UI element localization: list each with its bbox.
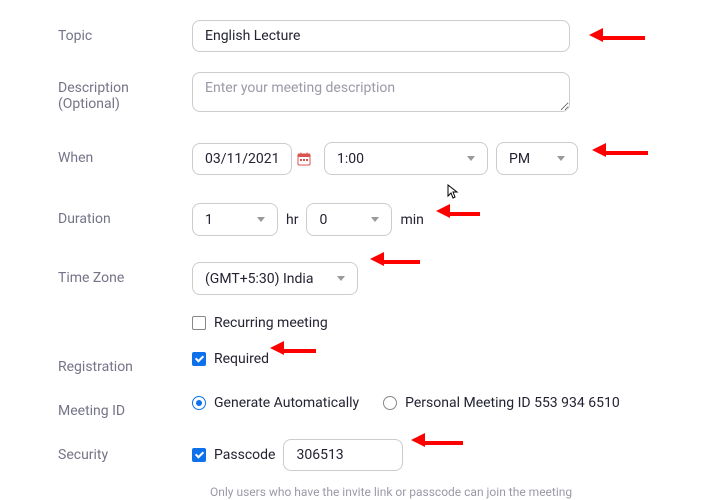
date-input[interactable] <box>192 143 292 175</box>
label-meeting-id: Meeting ID <box>58 395 192 419</box>
radio-personal-row[interactable]: Personal Meeting ID 553 934 6510 <box>383 395 620 411</box>
chevron-down-icon <box>337 276 345 281</box>
time-value: 1:00 <box>337 151 364 167</box>
duration-hours-value: 1 <box>205 212 213 228</box>
row-description: Description (Optional) <box>58 72 718 112</box>
label-description: Description (Optional) <box>58 72 192 112</box>
label-when: When <box>58 142 192 166</box>
duration-minutes-value: 0 <box>319 212 327 228</box>
chevron-down-icon <box>467 156 475 161</box>
radio-personal-label: Personal Meeting ID 553 934 6510 <box>405 395 620 411</box>
timezone-value: (GMT+5:30) India <box>205 271 313 287</box>
row-meeting-id: Meeting ID Generate Automatically Person… <box>58 395 718 419</box>
time-select[interactable]: 1:00 <box>324 142 488 175</box>
row-timezone: Time Zone (GMT+5:30) India <box>58 262 718 295</box>
row-registration: Registration Required <box>58 351 718 375</box>
chevron-down-icon <box>557 156 565 161</box>
registration-label: Required <box>214 351 269 367</box>
passcode-checkbox[interactable] <box>192 448 206 462</box>
min-label: min <box>400 212 423 228</box>
chevron-down-icon <box>371 217 379 222</box>
row-topic: Topic <box>58 20 718 52</box>
chevron-down-icon <box>257 217 265 222</box>
row-security: Security Passcode Only users who have th… <box>58 439 718 499</box>
radio-generate[interactable] <box>192 396 206 410</box>
calendar-icon[interactable] <box>296 151 312 167</box>
label-duration: Duration <box>58 203 192 227</box>
recurring-checkbox[interactable] <box>192 316 206 330</box>
recurring-label: Recurring meeting <box>214 315 328 331</box>
row-duration: Duration 1 hr 0 min <box>58 203 718 236</box>
passcode-hint: Only users who have the invite link or p… <box>192 485 718 499</box>
label-topic: Topic <box>58 20 192 44</box>
label-registration: Registration <box>58 351 192 375</box>
row-recurring: Recurring meeting <box>58 315 718 331</box>
passcode-input[interactable] <box>283 439 403 471</box>
timezone-select[interactable]: (GMT+5:30) India <box>192 262 358 295</box>
duration-hours-select[interactable]: 1 <box>192 203 278 236</box>
radio-generate-label: Generate Automatically <box>214 395 359 411</box>
radio-personal[interactable] <box>383 396 397 410</box>
recurring-checkbox-row[interactable]: Recurring meeting <box>192 315 328 331</box>
registration-checkbox[interactable] <box>192 352 206 366</box>
topic-input[interactable] <box>192 20 570 52</box>
description-textarea[interactable] <box>192 72 570 112</box>
duration-minutes-select[interactable]: 0 <box>306 203 392 236</box>
label-security: Security <box>58 439 192 463</box>
radio-generate-row[interactable]: Generate Automatically <box>192 395 359 411</box>
hr-label: hr <box>286 212 298 228</box>
label-timezone: Time Zone <box>58 262 192 286</box>
meeting-settings-form: Topic Description (Optional) When 1:00 P… <box>0 0 726 499</box>
row-when: When 1:00 PM <box>58 142 718 175</box>
ampm-value: PM <box>509 151 530 167</box>
registration-checkbox-row[interactable]: Required <box>192 351 269 367</box>
passcode-checkbox-row[interactable]: Passcode <box>192 447 275 463</box>
ampm-select[interactable]: PM <box>496 142 578 175</box>
passcode-label: Passcode <box>214 447 275 463</box>
